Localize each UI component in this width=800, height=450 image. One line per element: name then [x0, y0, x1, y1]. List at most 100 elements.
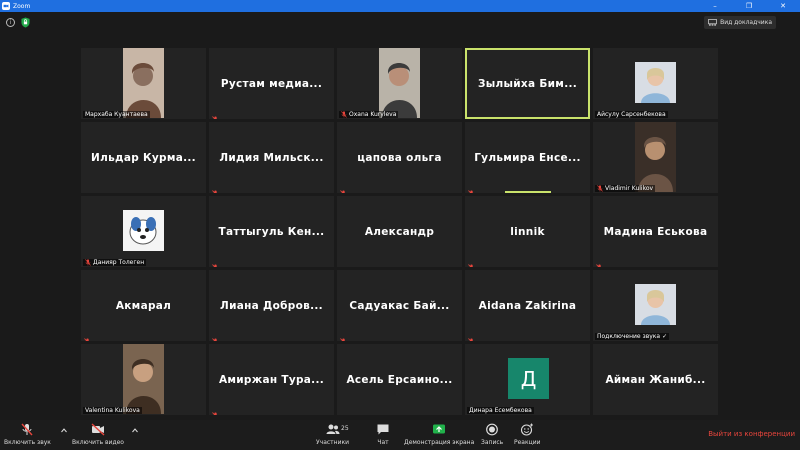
- speaker-view-button[interactable]: Вид докладчика: [704, 16, 776, 29]
- participant-label: Динара Есембекова: [467, 407, 534, 414]
- window-title: Zoom: [13, 2, 31, 10]
- participant-tile[interactable]: linnik: [465, 196, 590, 267]
- participant-tile[interactable]: Акмарал: [81, 270, 206, 341]
- close-window-button[interactable]: ✕: [766, 0, 800, 12]
- record-icon: [486, 423, 498, 436]
- participant-tile[interactable]: Садуакас Бай...: [337, 270, 462, 341]
- participants-label: Участники: [316, 439, 350, 446]
- share-screen-button[interactable]: Демонстрация экрана: [404, 423, 474, 446]
- participant-tile[interactable]: Айсулу Сарсенбекова: [593, 48, 718, 119]
- mic-muted-icon: [597, 185, 603, 192]
- speaker-view-label: Вид докладчика: [720, 19, 772, 26]
- window-titlebar: Zoom – ❐ ✕: [0, 0, 800, 12]
- participant-tile[interactable]: Подключение звука ✓: [593, 270, 718, 341]
- meeting-top-bar: i Вид докладчика: [0, 12, 800, 32]
- mic-muted-icon: [468, 257, 475, 267]
- participant-name: Данияр Толеген: [93, 259, 145, 266]
- participants-icon: [326, 424, 340, 434]
- mic-muted-icon: [340, 331, 347, 341]
- participant-video-feed: [379, 48, 420, 118]
- gallery-grid: Мархаба Куантаева Рустам медиа... Oxana Ku…: [81, 48, 719, 415]
- mic-muted-icon: [84, 331, 91, 341]
- participant-name: Vladimir Kulikov: [605, 185, 654, 192]
- participant-name: Айсулу Сарсенбекова: [597, 111, 666, 118]
- unmute-label: Включить звук: [4, 439, 51, 446]
- participant-tile[interactable]: Амиржан Тура...: [209, 344, 334, 415]
- chat-icon: [377, 424, 389, 435]
- participant-tile[interactable]: Valentina Kulikova: [81, 344, 206, 415]
- video-off-icon: [91, 423, 105, 436]
- mic-muted-icon: [340, 183, 347, 193]
- participant-tile[interactable]: Таттыгуль Кен...: [209, 196, 334, 267]
- mic-muted-icon: [212, 183, 219, 193]
- participant-photo: [635, 284, 676, 325]
- participant-name: Таттыгуль Кен...: [218, 225, 325, 238]
- participant-video-feed: [635, 122, 676, 192]
- participant-photo: [635, 62, 676, 103]
- zoom-app-icon: [2, 2, 10, 10]
- participant-tile[interactable]: Айман Жаниб...: [593, 344, 718, 415]
- participant-tile[interactable]: Рустам медиа...: [209, 48, 334, 119]
- participant-tile[interactable]: Aidana Zakirina: [465, 270, 590, 341]
- microphone-muted-icon: [21, 423, 33, 436]
- meeting-toolbar: Включить звук Включить видео Участники 2…: [0, 420, 800, 450]
- participant-name: Асель Ерсаино...: [346, 373, 453, 386]
- mic-muted-icon: [341, 111, 347, 118]
- info-icon[interactable]: i: [6, 18, 15, 27]
- participant-tile[interactable]: Зылыйха Бим...: [465, 48, 590, 119]
- chat-button[interactable]: Чат: [376, 423, 390, 446]
- mic-muted-icon: [212, 109, 219, 119]
- participant-tile[interactable]: Д Динара Есембекова: [465, 344, 590, 415]
- chat-label: Чат: [377, 439, 389, 446]
- mic-muted-icon: [596, 257, 603, 267]
- participant-name: Лиана Добров...: [220, 299, 323, 312]
- mic-muted-icon: [212, 331, 219, 341]
- minimize-button[interactable]: –: [698, 0, 732, 12]
- participant-tile[interactable]: Данияр Толеген: [81, 196, 206, 267]
- unmute-button[interactable]: Включить звук: [4, 423, 51, 446]
- participant-name: Рустам медиа...: [220, 77, 323, 90]
- participant-name: linnik: [510, 225, 545, 238]
- participant-tile[interactable]: Гульмира Енсе...: [465, 122, 590, 193]
- audio-options-chevron-icon[interactable]: [61, 428, 67, 433]
- maximize-button[interactable]: ❐: [732, 0, 766, 12]
- participant-tile[interactable]: Vladimir Kulikov: [593, 122, 718, 193]
- participant-tile[interactable]: Лидия Мильск...: [209, 122, 334, 193]
- participant-name: Амиржан Тура...: [218, 373, 325, 386]
- participant-tile[interactable]: Асель Ерсаино...: [337, 344, 462, 415]
- participant-tile[interactable]: Лиана Добров...: [209, 270, 334, 341]
- participant-tile[interactable]: Ильдар Курма...: [81, 122, 206, 193]
- record-button[interactable]: Запись: [481, 423, 503, 446]
- participants-count: 25: [341, 425, 349, 432]
- participant-tile[interactable]: цапова ольга: [337, 122, 462, 193]
- mic-muted-icon: [212, 257, 219, 267]
- check-icon: ✓: [662, 333, 668, 340]
- participant-tile[interactable]: Мархаба Куантаева: [81, 48, 206, 119]
- start-video-label: Включить видео: [72, 439, 124, 446]
- participant-cartoon-image: [123, 210, 164, 251]
- participant-name: Акмарал: [115, 299, 172, 312]
- participant-name: Динара Есембекова: [469, 407, 532, 414]
- start-video-button[interactable]: Включить видео: [72, 423, 124, 446]
- participant-name: Valentina Kulikova: [85, 407, 140, 414]
- encryption-shield-icon[interactable]: [21, 17, 30, 28]
- video-options-chevron-icon[interactable]: [132, 428, 138, 433]
- avatar: Д: [508, 358, 549, 399]
- participant-tile[interactable]: Мадина Еськова: [593, 196, 718, 267]
- reactions-label: Реакции: [514, 439, 541, 446]
- leave-meeting-button[interactable]: Выйти из конференции: [708, 430, 795, 438]
- participant-tile[interactable]: Oxana Kuryleva: [337, 48, 462, 119]
- reactions-button[interactable]: Реакции: [514, 423, 541, 446]
- participant-tile[interactable]: Александр: [337, 196, 462, 267]
- speaking-indicator: [505, 191, 551, 193]
- participant-label: Vladimir Kulikov: [595, 185, 656, 192]
- share-screen-label: Демонстрация экрана: [404, 439, 475, 446]
- participant-label: Подключение звука ✓: [595, 333, 670, 340]
- mic-muted-icon: [468, 183, 475, 193]
- participant-name: Мадина Еськова: [603, 225, 708, 238]
- participant-name: Ильдар Курма...: [91, 151, 196, 164]
- participant-label: Oxana Kuryleva: [339, 111, 399, 118]
- participant-label: Мархаба Куантаева: [83, 111, 150, 118]
- participant-video-feed: [123, 48, 164, 118]
- mic-muted-icon: [212, 405, 219, 415]
